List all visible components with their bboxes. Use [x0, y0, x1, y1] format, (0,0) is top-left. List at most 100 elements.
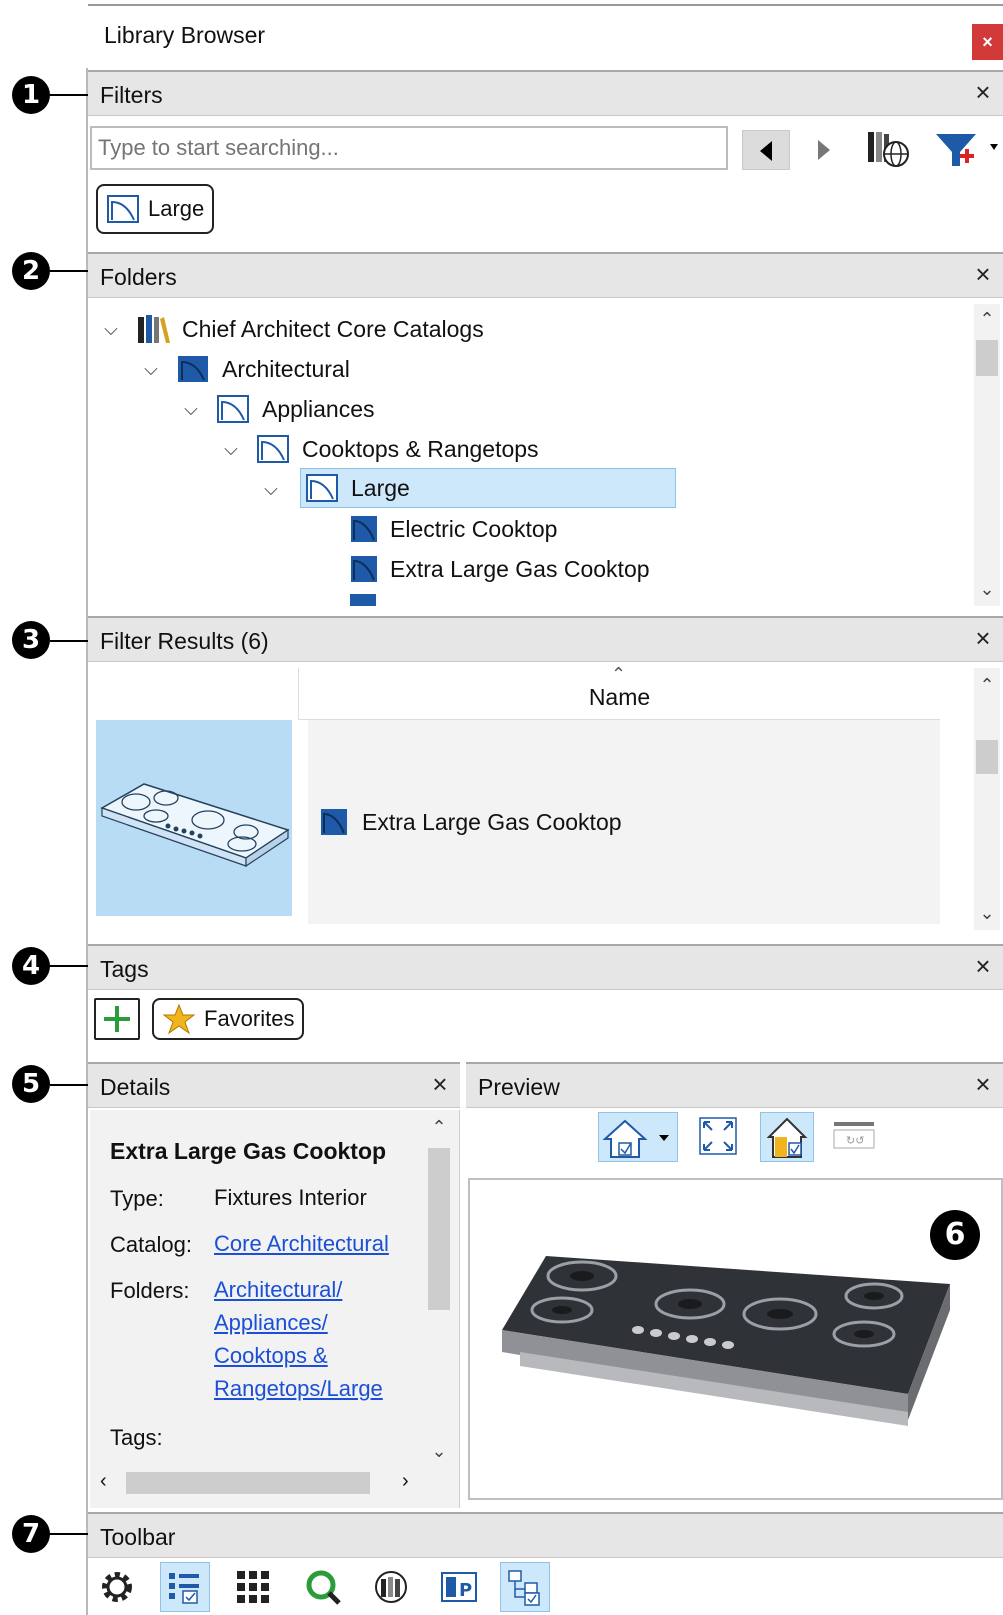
- tree-node-large[interactable]: Large: [300, 468, 676, 508]
- forward-arrow-icon: [818, 140, 830, 160]
- result-name: Extra Large Gas Cooktop: [362, 808, 622, 835]
- active-filter-chip[interactable]: Large: [96, 184, 215, 234]
- scroll-thumb[interactable]: [976, 740, 998, 774]
- fit-view-icon: [699, 1117, 737, 1155]
- scroll-down-icon[interactable]: ⌄: [426, 1438, 452, 1464]
- 3d-view-icon: [602, 1119, 669, 1158]
- callout-4: 4: [12, 947, 50, 985]
- search-catalog-icon: [306, 1570, 341, 1605]
- preview-panel-icon: P: [441, 1572, 477, 1602]
- window-top-border: [88, 4, 1003, 6]
- 3d-view-button[interactable]: [598, 1112, 678, 1162]
- scroll-up-icon[interactable]: ⌃: [974, 672, 1000, 698]
- folders-scrollbar[interactable]: ⌃ ⌄: [974, 304, 1000, 606]
- item-icon: [321, 809, 347, 835]
- result-thumbnail[interactable]: [96, 720, 292, 916]
- grid-view-button[interactable]: [228, 1562, 278, 1612]
- favorites-tag-chip[interactable]: Favorites: [152, 998, 305, 1040]
- name-column-header[interactable]: ⌃ Name: [298, 664, 940, 720]
- folder-tree-button[interactable]: [500, 1562, 550, 1612]
- results-scrollbar[interactable]: ⌃ ⌄: [974, 668, 1000, 930]
- search-input[interactable]: [92, 128, 726, 168]
- details-view-button[interactable]: [160, 1562, 210, 1612]
- details-item-name: Extra Large Gas Cooktop: [110, 1138, 387, 1164]
- chevron-down-icon[interactable]: ⌵: [100, 319, 122, 340]
- filter-results-close-button[interactable]: ×: [969, 624, 997, 652]
- chevron-down-icon[interactable]: ⌵: [220, 439, 242, 460]
- plus-icon: [104, 1006, 130, 1032]
- scroll-down-icon[interactable]: ⌄: [974, 576, 1000, 602]
- tree-node-extra-large-gas-cooktop[interactable]: Extra Large Gas Cooktop: [350, 550, 650, 588]
- catalog-web-button[interactable]: [862, 124, 912, 180]
- tags-panel-title: Tags: [100, 956, 149, 982]
- folder-outline-icon: [217, 395, 249, 423]
- result-row[interactable]: Extra Large Gas Cooktop: [308, 720, 940, 924]
- catalogs-icon: [138, 315, 170, 343]
- folders-close-button[interactable]: ×: [969, 260, 997, 288]
- details-folder-link-2[interactable]: Appliances/: [214, 1306, 328, 1339]
- preview-panel-button[interactable]: P: [434, 1562, 484, 1612]
- back-button[interactable]: [742, 130, 790, 170]
- add-filter-icon: [936, 134, 998, 166]
- forward-button[interactable]: [800, 130, 848, 170]
- scroll-up-icon[interactable]: ⌃: [974, 306, 1000, 332]
- rotate-view-button[interactable]: ↻↺: [830, 1112, 878, 1160]
- filters-close-button[interactable]: ×: [969, 78, 997, 106]
- cooktop-thumbnail-icon: [100, 783, 290, 868]
- cooktop-preview-icon: [502, 1256, 950, 1426]
- add-tag-button[interactable]: [94, 998, 140, 1040]
- details-vscrollbar[interactable]: ⌃ ⌄: [426, 1112, 452, 1466]
- tree-node-electric-cooktop[interactable]: Electric Cooktop: [350, 510, 557, 548]
- scroll-up-icon[interactable]: ⌃: [426, 1114, 452, 1140]
- details-catalog-link[interactable]: Core Architectural: [214, 1227, 389, 1260]
- tags-close-button[interactable]: ×: [969, 952, 997, 980]
- scroll-down-icon[interactable]: ⌄: [974, 900, 1000, 926]
- folders-panel-header: Folders ×: [88, 252, 1003, 298]
- scroll-left-icon[interactable]: ‹: [100, 1470, 107, 1493]
- details-close-button[interactable]: ×: [426, 1070, 454, 1098]
- preview-canvas[interactable]: 6: [468, 1178, 1003, 1500]
- fit-view-button[interactable]: [694, 1112, 742, 1160]
- callout-3: 3: [12, 621, 50, 659]
- tree-node-architectural[interactable]: ⌵ Architectural: [140, 350, 350, 388]
- chevron-down-icon[interactable]: ⌵: [180, 399, 202, 420]
- chevron-down-icon[interactable]: ⌵: [260, 479, 282, 500]
- settings-icon: [102, 1572, 132, 1602]
- tree-node-cooktops[interactable]: ⌵ Cooktops & Rangetops: [220, 430, 539, 468]
- details-folder-link-1[interactable]: Architectural/: [214, 1273, 342, 1306]
- preview-close-button[interactable]: ×: [969, 1070, 997, 1098]
- tree-node-label: Architectural: [222, 355, 350, 382]
- details-hscrollbar[interactable]: ‹ ›: [90, 1468, 430, 1498]
- scroll-thumb[interactable]: [126, 1472, 370, 1494]
- tree-node-core-catalogs[interactable]: ⌵ Chief Architect Core Catalogs: [100, 310, 484, 348]
- callout-line-3: [50, 640, 88, 642]
- chevron-down-icon[interactable]: ⌵: [140, 359, 162, 380]
- tree-node-label: Large: [351, 474, 410, 501]
- callout-5: 5: [12, 1065, 50, 1103]
- filters-panel-title: Filters: [100, 82, 163, 108]
- folder-filled-icon: [178, 356, 208, 382]
- preview-panel-title: Preview: [478, 1074, 560, 1100]
- settings-button[interactable]: [92, 1562, 142, 1612]
- folders-panel-title: Folders: [100, 264, 177, 290]
- window-close-button[interactable]: ×: [972, 24, 1003, 60]
- item-icon: [351, 516, 377, 542]
- callout-line-7: [50, 1533, 88, 1535]
- details-folder-link-3[interactable]: Cooktops &: [214, 1339, 328, 1372]
- tree-node-appliances[interactable]: ⌵ Appliances: [180, 390, 375, 428]
- add-filter-button[interactable]: [932, 124, 1002, 180]
- scroll-thumb[interactable]: [428, 1148, 450, 1310]
- window-title: Library Browser: [104, 22, 266, 48]
- details-view-icon: [169, 1573, 199, 1604]
- scroll-thumb[interactable]: [976, 340, 998, 376]
- library-web-button[interactable]: [366, 1562, 416, 1612]
- search-catalog-button[interactable]: [298, 1562, 348, 1612]
- preview-panel-header: Preview ×: [466, 1062, 1003, 1108]
- material-view-button[interactable]: [760, 1112, 814, 1162]
- callout-1: 1: [12, 76, 50, 114]
- callout-line-5: [50, 1084, 88, 1086]
- scroll-right-icon[interactable]: ›: [402, 1470, 409, 1493]
- search-field[interactable]: [90, 126, 728, 170]
- details-folders-label: Folders:: [110, 1278, 190, 1303]
- details-folder-link-4[interactable]: Rangetops/Large: [214, 1372, 383, 1405]
